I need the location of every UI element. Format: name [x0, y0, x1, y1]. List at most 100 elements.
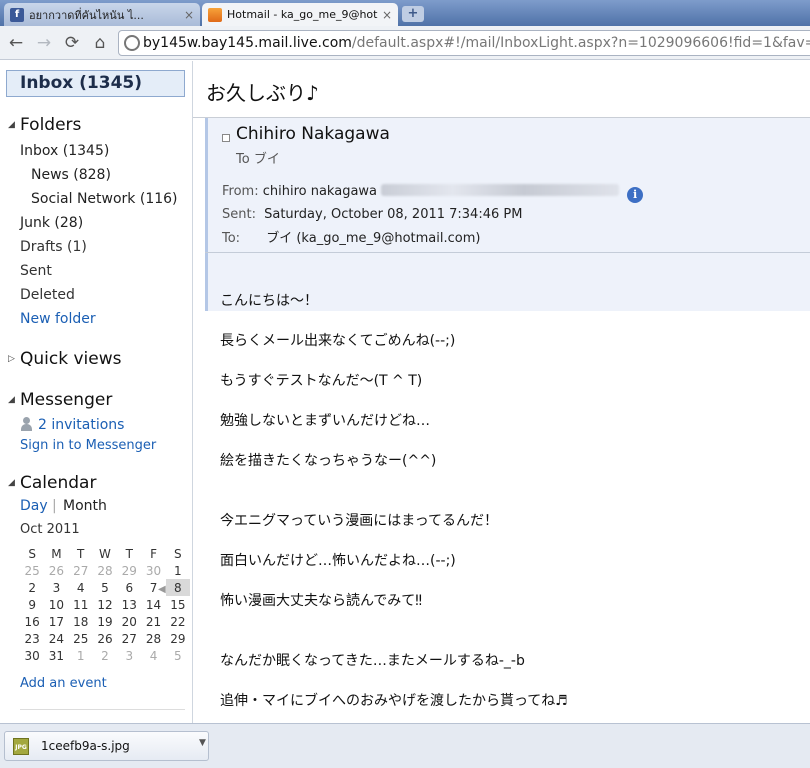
- calendar-day[interactable]: 26: [44, 562, 68, 579]
- calendar-week-row: 23 24 25 26 27 28 29: [20, 630, 190, 647]
- tab-title: Hotmail - ka_go_me_9@hotma: [227, 8, 378, 21]
- calendar-day[interactable]: 9: [20, 596, 44, 613]
- sidebar-item-inbox[interactable]: Inbox (1345): [20, 143, 109, 159]
- tab-hotmail[interactable]: Hotmail - ka_go_me_9@hotma ×: [202, 3, 398, 26]
- calendar-day[interactable]: 4: [141, 647, 165, 664]
- calendar-day-link[interactable]: Day: [20, 498, 48, 514]
- calendar-day[interactable]: 5: [166, 647, 190, 664]
- calendar-day[interactable]: 15: [166, 596, 190, 613]
- reload-icon[interactable]: ⟳: [61, 32, 83, 54]
- calendar-day[interactable]: 16: [20, 613, 44, 630]
- chevron-down-icon[interactable]: ▼: [199, 738, 206, 748]
- messenger-title: Messenger: [20, 390, 113, 410]
- calendar-day[interactable]: 2: [93, 647, 117, 664]
- url-host: by145w.bay145.mail.live.com: [143, 35, 352, 51]
- calendar-day[interactable]: 27: [69, 562, 93, 579]
- messenger-section-title[interactable]: ◢ Messenger: [8, 390, 112, 410]
- calendar-week-row: 30 31 1 2 3 4 5: [20, 647, 190, 664]
- expand-icon: ◢: [8, 478, 15, 488]
- page-icon: [124, 35, 140, 51]
- calendar-day[interactable]: 10: [44, 596, 68, 613]
- back-icon[interactable]: ←: [5, 32, 27, 54]
- jpg-file-icon: JPG: [13, 738, 29, 755]
- calendar-day[interactable]: 4: [69, 579, 93, 596]
- home-icon[interactable]: ⌂: [89, 32, 111, 54]
- calendar-day[interactable]: 30: [20, 647, 44, 664]
- calendar-day[interactable]: 28: [93, 562, 117, 579]
- calendar-day[interactable]: 25: [69, 630, 93, 647]
- calendar-day[interactable]: 30: [141, 562, 165, 579]
- weekday-label: W: [99, 546, 111, 561]
- body-line: なんだか眠くなってきた…またメールするね-_-b: [220, 653, 525, 669]
- from-name[interactable]: chihiro nakagawa: [263, 184, 377, 199]
- mini-calendar: S M T W T F S 25 26 27 28 29 30 1 2 3 4 5 6 7 8 9 10 11 1…: [20, 545, 190, 664]
- weekday-label: T: [125, 546, 133, 561]
- calendar-month-link[interactable]: Month: [63, 498, 107, 514]
- folders-section-title[interactable]: ◢ Folders: [8, 115, 81, 135]
- calendar-day[interactable]: 25: [20, 562, 44, 579]
- calendar-week-row: 16 17 18 19 20 21 22: [20, 613, 190, 630]
- invitations-link[interactable]: 2 invitations: [21, 417, 124, 433]
- forward-icon[interactable]: →: [33, 32, 55, 54]
- calendar-day[interactable]: 7: [141, 579, 165, 596]
- calendar-day[interactable]: 3: [44, 579, 68, 596]
- info-icon[interactable]: i: [627, 187, 644, 203]
- tab-facebook[interactable]: f อยากวาดที่คันไหนัน ไ... ×: [4, 3, 200, 26]
- sender-name[interactable]: Chihiro Nakagawa: [236, 124, 390, 144]
- calendar-day[interactable]: 1: [166, 562, 190, 579]
- message-header: Chihiro Nakagawa To ブイ From: chihiro nak…: [205, 118, 810, 311]
- weekday-label: S: [28, 546, 36, 561]
- calendar-day[interactable]: 31: [44, 647, 68, 664]
- calendar-month-label: Oct 2011: [20, 522, 80, 537]
- sidebar-item-deleted[interactable]: Deleted: [20, 287, 75, 303]
- address-bar[interactable]: by145w.bay145.mail.live.com/default.aspx…: [118, 30, 810, 56]
- calendar-day[interactable]: 24: [44, 630, 68, 647]
- calendar-day[interactable]: 6: [117, 579, 141, 596]
- calendar-day[interactable]: 12: [93, 596, 117, 613]
- calendar-day[interactable]: 21: [141, 613, 165, 630]
- calendar-day[interactable]: 2: [20, 579, 44, 596]
- expand-icon: ◢: [8, 395, 15, 405]
- calendar-day[interactable]: 19: [93, 613, 117, 630]
- calendar-day[interactable]: 29: [117, 562, 141, 579]
- calendar-day[interactable]: 29: [166, 630, 190, 647]
- calendar-day[interactable]: 11: [69, 596, 93, 613]
- sidebar-item-sent[interactable]: Sent: [20, 263, 52, 279]
- calendar-day[interactable]: 5: [93, 579, 117, 596]
- weekday-label: F: [150, 546, 157, 561]
- add-event-link[interactable]: Add an event: [20, 676, 107, 691]
- calendar-day[interactable]: 3: [117, 647, 141, 664]
- new-tab-button[interactable]: +: [402, 6, 424, 22]
- sidebar-item-junk[interactable]: Junk (28): [20, 215, 83, 231]
- calendar-day[interactable]: 8: [165, 579, 190, 596]
- inbox-header[interactable]: Inbox (1345): [6, 70, 185, 97]
- download-file-name: 1ceefb9a-s.jpg: [41, 739, 130, 753]
- calendar-day[interactable]: 1: [69, 647, 93, 664]
- close-icon[interactable]: ×: [184, 8, 194, 22]
- close-icon[interactable]: ×: [382, 8, 392, 22]
- weekday-label: M: [51, 546, 62, 561]
- sent-value: Saturday, October 08, 2011 7:34:46 PM: [264, 207, 523, 222]
- calendar-day[interactable]: 23: [20, 630, 44, 647]
- calendar-day[interactable]: 28: [141, 630, 165, 647]
- calendar-section-title[interactable]: ◢ Calendar: [8, 473, 96, 493]
- sidebar-item-social-network[interactable]: Social Network (116): [31, 191, 178, 207]
- calendar-day[interactable]: 17: [44, 613, 68, 630]
- download-item[interactable]: JPG 1ceefb9a-s.jpg ▼: [4, 731, 209, 761]
- quick-views-section-title[interactable]: ▷ Quick views: [8, 349, 121, 369]
- collapse-icon[interactable]: [222, 134, 230, 142]
- calendar-day[interactable]: 18: [69, 613, 93, 630]
- calendar-day[interactable]: 20: [117, 613, 141, 630]
- sign-in-messenger-link[interactable]: Sign in to Messenger: [20, 438, 156, 453]
- calendar-day[interactable]: 14: [141, 596, 165, 613]
- calendar-day[interactable]: 22: [166, 613, 190, 630]
- to-row: To: ブイ (ka_go_me_9@hotmail.com): [222, 227, 480, 246]
- recipient-summary: To ブイ: [236, 152, 280, 167]
- sidebar-item-news[interactable]: News (828): [31, 167, 111, 183]
- body-line: 怖い漫画大丈夫なら読んでみて‼: [220, 593, 423, 609]
- calendar-day[interactable]: 27: [117, 630, 141, 647]
- sidebar-item-drafts[interactable]: Drafts (1): [20, 239, 87, 255]
- calendar-day[interactable]: 26: [93, 630, 117, 647]
- new-folder-link[interactable]: New folder: [20, 311, 96, 327]
- calendar-day[interactable]: 13: [117, 596, 141, 613]
